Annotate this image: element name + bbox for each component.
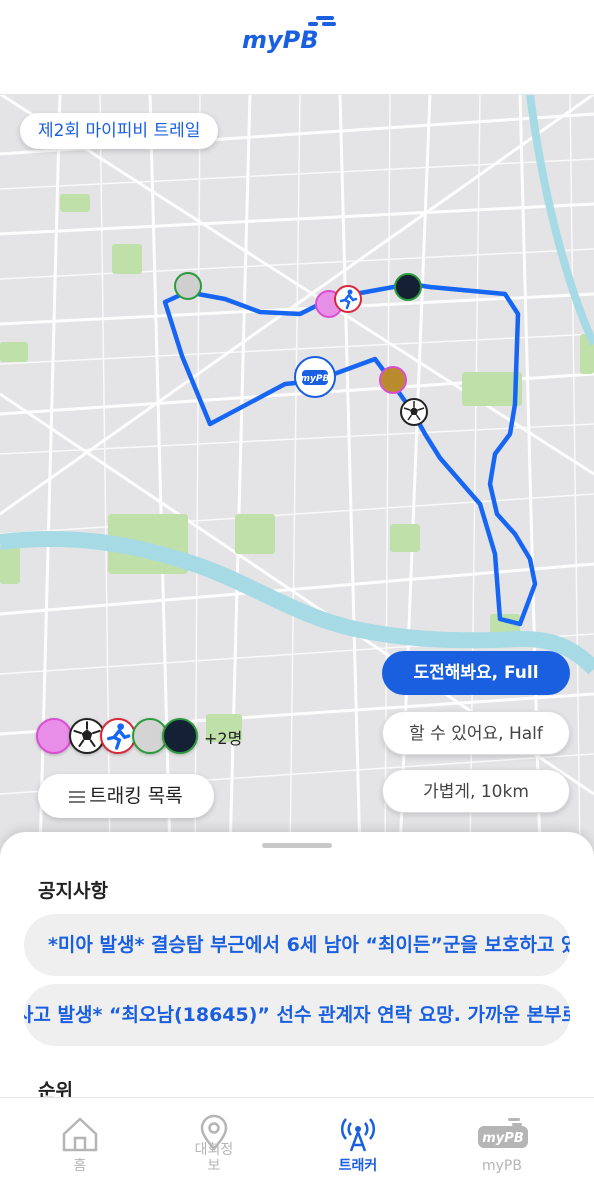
notice-text: *미아 발생* 결승탑 부근에서 6세 남아 “최이든”군을 보호하고 있습니다… [48, 934, 570, 956]
notice-item[interactable]: *사고 발생* “최오남(18645)” 선수 관계자 연락 요망. 가까운 본… [24, 984, 570, 1046]
runner-figure-icon [107, 723, 131, 750]
runner-avatar [162, 718, 198, 754]
event-title-chip: 제2회 마이피비 트레일 [20, 113, 219, 149]
tab-label: myPB [482, 1158, 522, 1174]
runner-avatar [36, 718, 72, 754]
mypb-pin-logo-icon: myPB [301, 370, 330, 385]
soccer-ball-icon [403, 401, 425, 423]
tab-label: 대회정보 [194, 1142, 234, 1174]
runner-figure-icon [339, 289, 358, 310]
tab-home[interactable]: 홈 [6, 1098, 154, 1192]
runner-pin[interactable] [379, 366, 407, 394]
logo-my-text: myPB [242, 26, 319, 54]
course-10km-button[interactable]: 가볍게, 10km [382, 769, 570, 813]
soccer-ball-icon [73, 721, 101, 748]
tab-event-info[interactable]: 대회정보 [140, 1098, 288, 1192]
tab-mypb[interactable]: myPB myPB [428, 1098, 576, 1192]
tab-label: 트래커 [338, 1158, 378, 1174]
menu-icon [69, 788, 86, 806]
app-header: myPB [0, 0, 594, 95]
bottom-tab-bar: 홈 대회정보 트래커 myPB myPB [0, 1097, 594, 1192]
runners-more-count[interactable]: +2명 [204, 725, 242, 749]
course-full-button[interactable]: 도전해봐요, Full [382, 651, 570, 695]
notice-text: *사고 발생* “최오남(18645)” 선수 관계자 연락 요망. 가까운 본… [24, 1004, 570, 1026]
runner-avatar [100, 718, 136, 754]
sheet-drag-handle[interactable] [262, 843, 332, 848]
course-half-button[interactable]: 할 수 있어요, Half [382, 711, 570, 755]
start-finish-logo-pin[interactable]: myPB [294, 356, 336, 398]
notices-heading: 공지사항 [38, 880, 108, 902]
notice-item[interactable]: *미아 발생* 결승탑 부근에서 6세 남아 “최이든”군을 보호하고 있습니다… [24, 914, 570, 976]
soccer-ball-pin[interactable] [400, 398, 428, 426]
svg-text:myPB: myPB [301, 374, 330, 384]
home-icon [62, 1117, 98, 1152]
runner-pin[interactable] [394, 273, 422, 301]
mypb-logo-icon: myPB [478, 1118, 528, 1148]
antenna-icon [341, 1118, 375, 1152]
tracking-list-button[interactable]: 트래킹 목록 [38, 774, 214, 818]
runner-pin[interactable] [334, 285, 362, 313]
tracking-list-label: 트래킹 목록 [89, 785, 183, 807]
tab-tracker[interactable]: 트래커 [284, 1098, 432, 1192]
tab-label: 홈 [73, 1158, 87, 1174]
svg-text:myPB: myPB [482, 1131, 524, 1146]
mypb-logo: myPB [242, 16, 336, 54]
runner-pin[interactable] [174, 272, 202, 300]
